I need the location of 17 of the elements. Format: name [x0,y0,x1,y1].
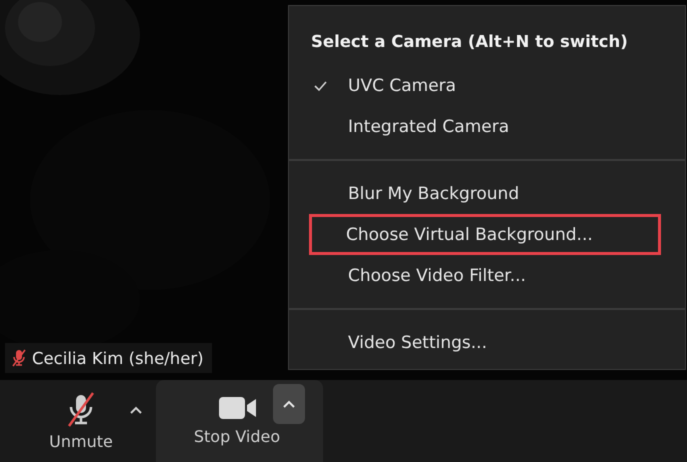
caret-icon [130,406,142,414]
menu-item[interactable]: Integrated Camera [311,106,661,147]
checkmark-icon [314,80,327,92]
caret-button[interactable] [273,384,305,424]
muted-microphone-icon [11,349,26,367]
menu-item[interactable]: Choose Video Filter... [311,255,661,296]
caret-icon [283,400,295,408]
menu-item[interactable]: Video Settings... [311,322,661,363]
muted-microphone-icon [65,392,97,426]
menu-item[interactable]: Choose Virtual Background... [309,214,661,255]
stop-video-button[interactable]: Stop Video [196,394,278,446]
menu-item[interactable]: UVC Camera [311,65,661,106]
menu-item[interactable]: Blur My Background [311,173,661,214]
video-camera-icon [218,394,256,422]
participant-name: Cecilia Kim (she/her) [32,348,204,368]
menu-title: Select a Camera (Alt+N to switch) [310,31,629,53]
unmute-button[interactable]: Unmute [40,392,122,450]
